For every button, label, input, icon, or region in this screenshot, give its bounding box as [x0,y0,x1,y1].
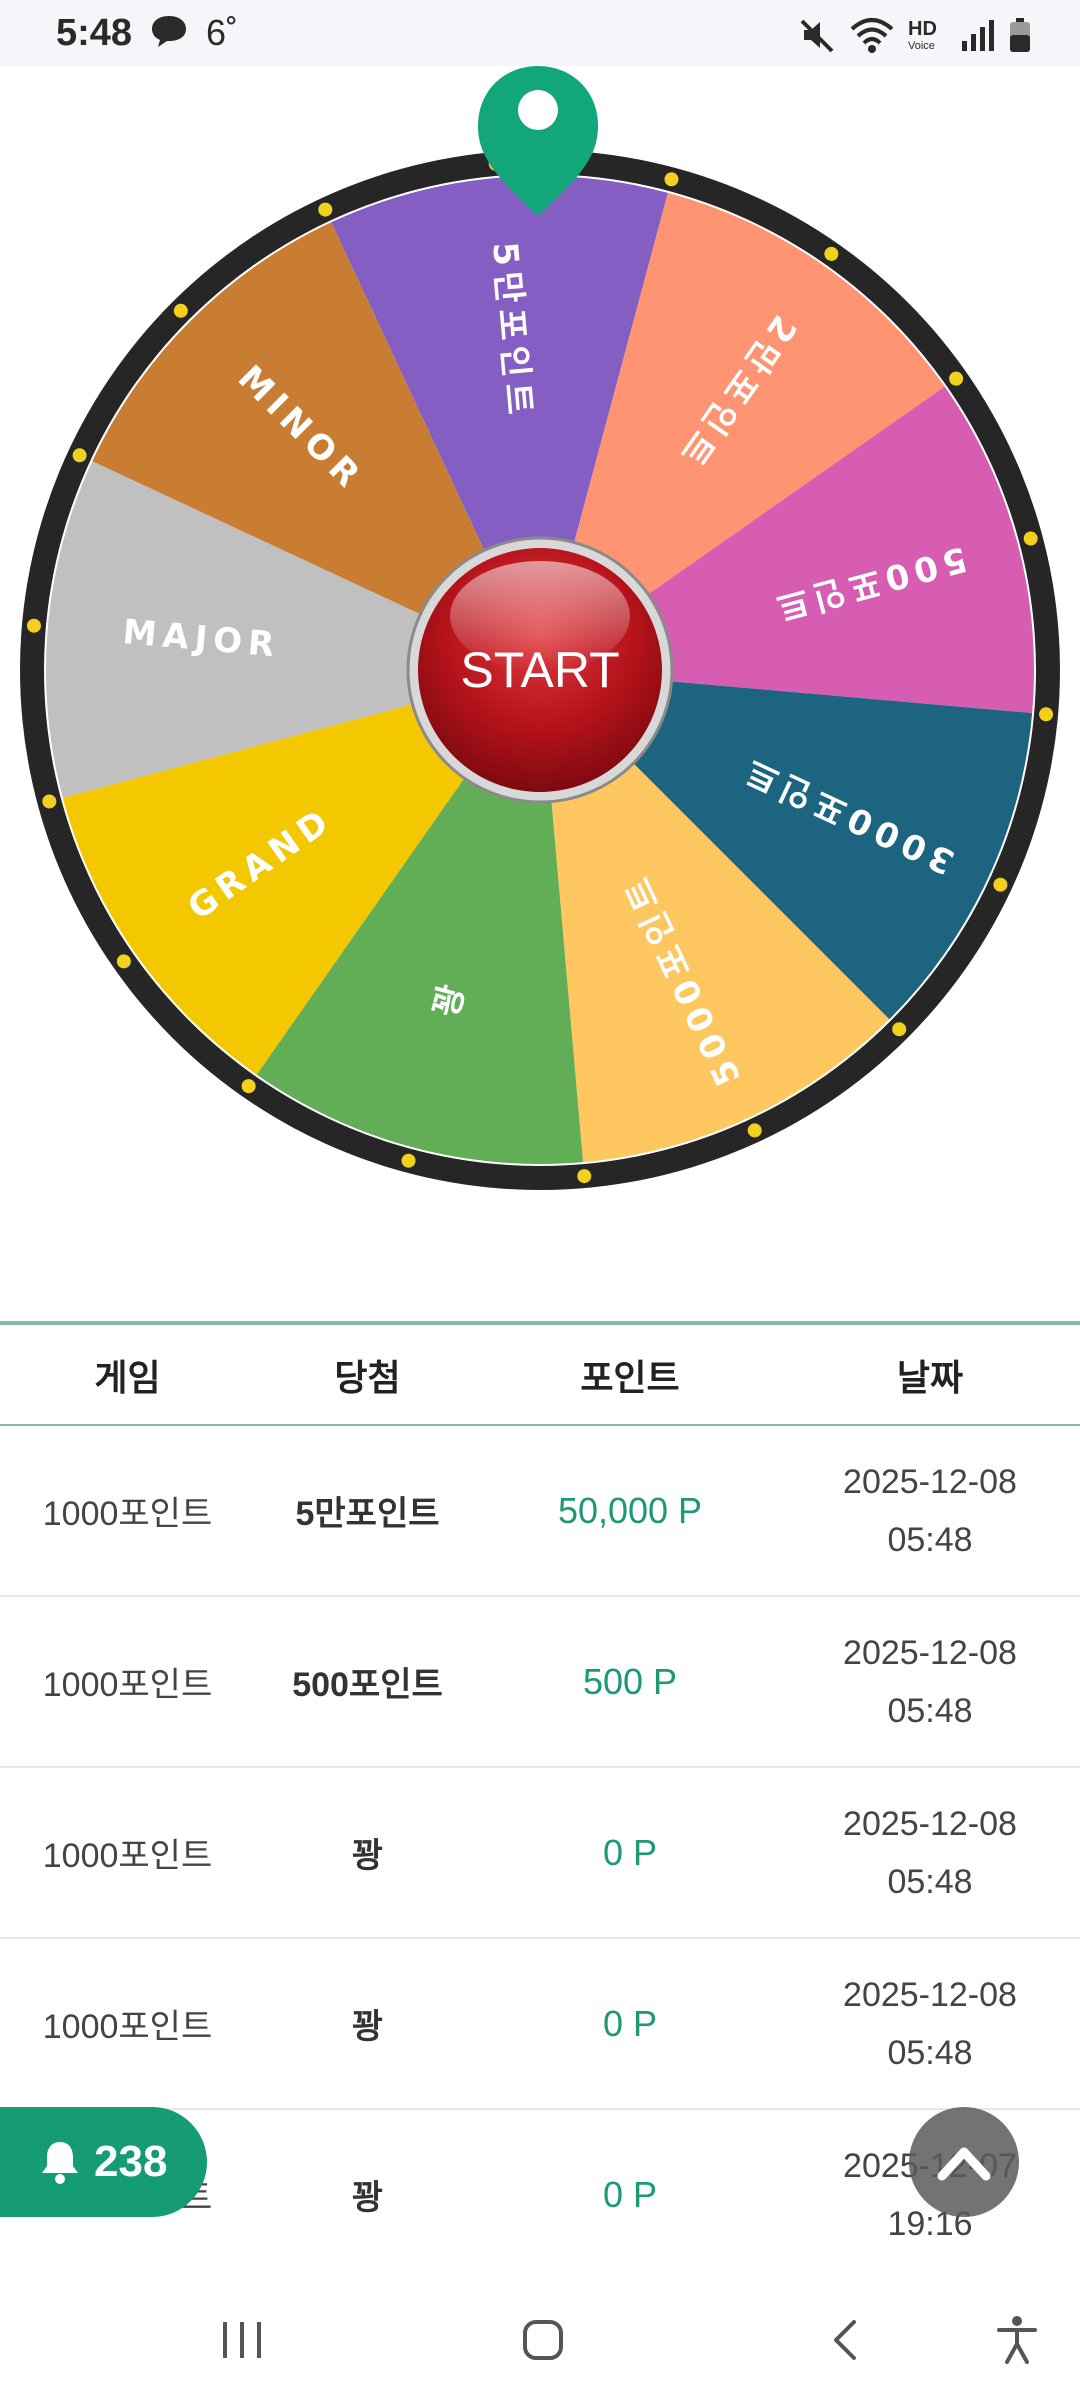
cell-date-time: 05:48 [887,1520,973,1559]
accessibility-icon [997,2316,1037,2364]
cell-points: 0 P [602,2002,658,2044]
table-row: 1000포인트 500포인트 500 P 2025-12-08 05:48 [0,1597,1080,1768]
table-row: 1000포인트 꽝 0 P 2025-12-08 05:48 [0,1939,1080,2110]
header-points: 포인트 [580,1356,680,1398]
cell-prize: 꽝 [351,2179,384,2217]
cell-points: 500 P [582,1660,678,1702]
start-button[interactable]: START [406,536,674,804]
accessibility-button[interactable] [977,2300,1057,2380]
hd-voice-icon: HD Voice [908,18,937,52]
recent-apps-button[interactable] [202,2300,282,2380]
status-time: 5:48 [56,12,133,54]
rim-light [577,1169,592,1184]
wifi-icon [850,18,894,53]
header-game: 게임 [94,1356,161,1398]
back-button[interactable] [806,2300,886,2380]
roulette-wheel[interactable]: 5만포인트 2만포인트500포인트3000포인트5000포인트꽝GRANDMAJO… [0,66,1080,1321]
chevron-up-icon [937,2147,991,2181]
rim-light [173,303,188,318]
cell-prize: 500포인트 [292,1666,443,1704]
notification-button[interactable]: 238 [0,2107,207,2217]
back-icon [834,2320,856,2360]
cell-points: 50,000 P [557,1489,703,1531]
rim-light [747,1123,762,1138]
scroll-top-button[interactable] [909,2107,1019,2217]
roulette-area: 5만포인트 2만포인트 500포인트 3000포인트 5000포인트 꽝 GRAND MAJO… [0,66,1080,1321]
cell-game: 1000포인트 [42,1666,213,1704]
cell-date: 2025-12-08 05:48 [780,1453,1080,1569]
cell-date-day: 2025-12-08 [843,1975,1017,2014]
cell-date-day: 2025-12-08 [843,1633,1017,1672]
table-row: 1000포인트 5만포인트 50,000 P 2025-12-08 05:48 [0,1426,1080,1597]
battery-icon [1010,18,1030,52]
cell-date: 2025-12-08 05:48 [780,1624,1080,1740]
rim-light [993,877,1008,892]
svg-text:Voice: Voice [908,40,935,52]
rim-light [401,1153,416,1168]
header-prize: 당첨 [334,1356,401,1398]
rim-light [26,618,41,633]
status-icons: HD Voice [798,10,1032,60]
cell-prize: 꽝 [351,1837,384,1875]
rim-light [72,448,87,463]
header-date: 날짜 [896,1356,964,1398]
cell-date-day: 2025-12-08 [843,1804,1017,1843]
rim-light [241,1079,256,1094]
cell-game: 1000포인트 [42,1837,213,1875]
signal-icon [962,20,994,51]
cell-points: 0 P [602,2173,658,2215]
table-row: 1000포인트 꽝 0 P 2025-12-08 05:48 [0,1768,1080,1939]
system-nav-bar [0,2272,1080,2408]
rim-light [1023,531,1038,546]
cell-date-time: 05:48 [887,1691,973,1730]
status-temperature: 6˚ [206,12,239,53]
cell-date-time: 05:48 [887,1862,973,1901]
cell-prize: 5만포인트 [295,1495,440,1533]
cell-date: 2025-12-08 05:48 [780,1795,1080,1911]
home-icon [523,2320,563,2360]
rim-light [42,794,57,809]
start-label: START [460,642,619,698]
rim-light [318,202,333,217]
status-bar: 5:48 6˚ HD Voice [0,0,1080,66]
notification-count: 238 [94,2137,168,2186]
cell-game: 1000포인트 [42,2008,213,2046]
cell-points: 0 P [602,1831,658,1873]
rim-light [824,246,839,261]
mute-icon [800,19,834,53]
home-button[interactable] [503,2300,583,2380]
bell-icon [42,2142,78,2184]
rim-light [664,172,679,187]
svg-text:HD: HD [908,18,937,40]
rim-light [116,954,131,969]
table-header: 게임 당첨 포인트 날짜 [0,1321,1080,1426]
cell-date-day: 2025-12-08 [843,1462,1017,1501]
rim-light [892,1022,907,1037]
recent-apps-icon [223,2322,261,2358]
rim-light [949,371,964,386]
cell-game: 1000포인트 [42,1495,213,1533]
cell-date: 2025-12-08 05:48 [780,1966,1080,2082]
cell-prize: 꽝 [351,2008,384,2046]
rim-light [1039,707,1054,722]
chat-bubble-icon [152,16,186,47]
cell-date-time: 05:48 [887,2033,973,2072]
